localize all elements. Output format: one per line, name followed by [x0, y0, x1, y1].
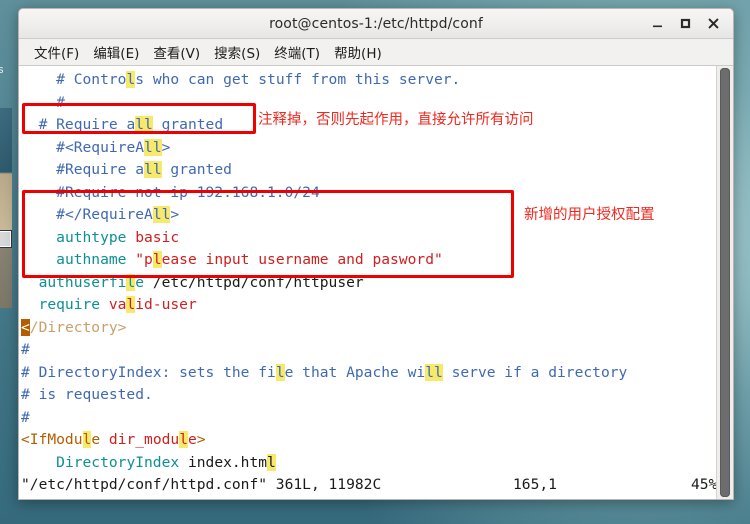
vertical-scrollbar[interactable]: [716, 66, 733, 499]
terminal-line: #: [21, 408, 30, 426]
menu-search[interactable]: 搜索(S): [207, 40, 267, 64]
window-controls: [643, 11, 733, 37]
status-cursor-position: 165,1: [513, 476, 557, 493]
status-filename: "/etc/httpd/conf/httpd.conf" 361L, 11982…: [21, 476, 382, 493]
terminal-line: DirectoryIndex index.html: [56, 453, 276, 471]
maximize-button[interactable]: [671, 11, 699, 37]
terminal-line: #Require all granted: [56, 161, 232, 178]
terminal-line: </Directory>: [21, 318, 127, 336]
window-titlebar[interactable]: root@centos-1:/etc/httpd/conf: [19, 9, 733, 39]
terminal-line: # is requested.: [21, 386, 153, 403]
window-title: root@centos-1:/etc/httpd/conf: [269, 15, 483, 32]
menu-view[interactable]: 查看(V): [146, 40, 207, 64]
annotation-comment-out: 注释掉，否则先起作用，直接允许所有访问: [258, 112, 534, 128]
screen: s root@centos-1:/etc/httpd/conf 文件(F) 编辑…: [0, 0, 750, 524]
terminal-line: # Controls who can get stuff from this s…: [56, 71, 461, 88]
terminal-line: # DirectoryIndex: sets the file that Apa…: [21, 363, 628, 381]
terminal-line: #<RequireAll>: [56, 138, 171, 156]
menubar: 文件(F) 编辑(E) 查看(V) 搜索(S) 终端(T) 帮助(H): [19, 39, 733, 66]
vim-text-area[interactable]: # Controls who can get stuff from this s…: [19, 66, 716, 499]
desktop-icon[interactable]: [0, 230, 12, 248]
terminal-line: authuserfile /etc/httpd/conf/httpuser: [38, 273, 364, 291]
scrollbar-thumb[interactable]: [720, 68, 730, 497]
annotation-new-auth-config: 新增的用户授权配置: [524, 207, 655, 223]
terminal-window: root@centos-1:/etc/httpd/conf 文件(F) 编辑(E…: [18, 8, 734, 500]
status-scroll-percent: 45%: [691, 476, 718, 493]
terminal-line: #: [21, 341, 30, 358]
minimize-button[interactable]: [643, 11, 671, 37]
vim-status-line: "/etc/httpd/conf/httpd.conf" 361L, 11982…: [19, 476, 733, 499]
terminal-line: authtype basic: [56, 228, 180, 246]
menu-help[interactable]: 帮助(H): [327, 40, 389, 64]
terminal-line: authname "please input username and pasw…: [56, 251, 443, 268]
terminal-body: # Controls who can get stuff from this s…: [19, 66, 733, 499]
desktop-window-edge: [0, 108, 12, 308]
close-button[interactable]: [699, 11, 727, 37]
terminal-line: <IfModule dir_module>: [21, 431, 206, 448]
menu-edit[interactable]: 编辑(E): [86, 40, 146, 64]
terminal-line: #Require not ip 192.168.1.0/24: [56, 183, 320, 201]
menu-file[interactable]: 文件(F): [27, 40, 86, 64]
menu-terminal[interactable]: 终端(T): [267, 40, 327, 64]
terminal-line: require valid-user: [38, 296, 197, 313]
desktop-label-partial: s: [0, 64, 4, 76]
